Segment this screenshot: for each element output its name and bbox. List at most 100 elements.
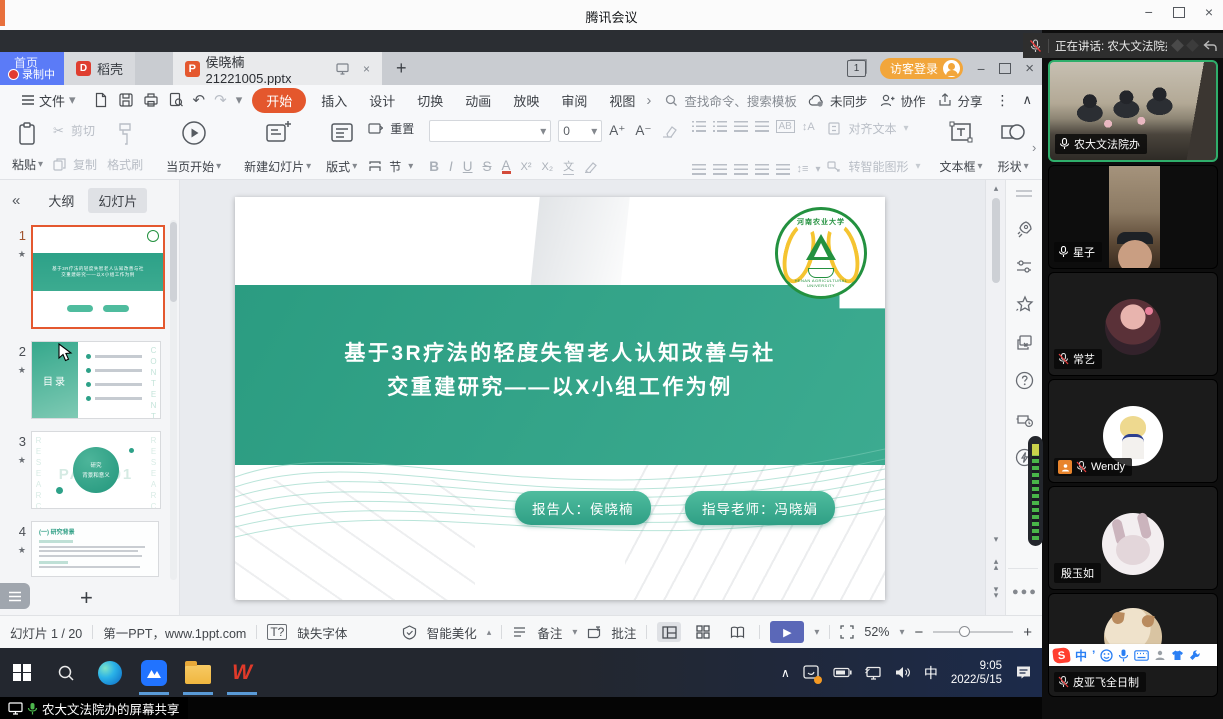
wps-restore-icon[interactable] xyxy=(999,63,1011,74)
file-explorer-icon[interactable] xyxy=(176,648,220,697)
zoom-slider-knob[interactable] xyxy=(959,626,970,637)
tray-app-badge-icon[interactable] xyxy=(803,664,820,682)
slide-sorter-view-button[interactable] xyxy=(691,622,715,642)
justify-icon[interactable] xyxy=(755,164,769,175)
effects-star-icon[interactable] xyxy=(1015,295,1034,314)
cut-button[interactable]: ✂剪切 xyxy=(53,122,97,139)
ribbon-tab-slideshow[interactable]: 放映 xyxy=(502,91,550,110)
battery-icon[interactable] xyxy=(833,667,852,678)
ribbon-tab-start[interactable]: 开始 xyxy=(252,88,306,113)
convert-smartart-button[interactable]: 转智能图形▾ xyxy=(827,158,920,175)
duplicate-window-icon[interactable] xyxy=(1015,334,1033,351)
scroll-thumb[interactable] xyxy=(992,198,1000,283)
zoom-slider[interactable] xyxy=(933,631,1013,633)
taskbar-clock[interactable]: 9:05 2022/5/15 xyxy=(951,659,1002,687)
zoom-caret[interactable]: ▾ xyxy=(899,627,904,638)
start-button[interactable] xyxy=(0,648,44,697)
undo-icon[interactable]: ↶ xyxy=(193,91,206,109)
new-doc-icon[interactable] xyxy=(93,92,109,108)
format-painter-button[interactable]: 格式刷 xyxy=(103,120,147,175)
ribbon-tab-design[interactable]: 设计 xyxy=(358,91,406,110)
close-icon[interactable]: × xyxy=(1205,4,1213,20)
font-color-button[interactable]: A xyxy=(502,160,511,174)
save-icon[interactable] xyxy=(118,92,134,108)
tab-home[interactable]: 首页 录制中 xyxy=(0,52,64,85)
back-arrow-icon[interactable] xyxy=(1203,40,1217,52)
pages-badge[interactable]: 1 xyxy=(847,60,866,77)
participant-tile-room[interactable]: 农大文法院办 xyxy=(1048,60,1218,162)
wps-close-icon[interactable]: × xyxy=(1025,60,1034,77)
more-tools-button[interactable]: ●●● xyxy=(1012,586,1038,598)
scroll-down-icon[interactable]: ▾ xyxy=(990,535,1002,543)
textbox-button[interactable]: 文本框▾ xyxy=(936,118,987,177)
scroll-up-icon[interactable]: ▴ xyxy=(990,184,1002,192)
missing-font-label[interactable]: 缺失字体 xyxy=(297,623,347,642)
participant-tile-piyafei[interactable]: S 中 ’ 皮亚飞全日制 xyxy=(1048,593,1218,697)
featured-tools-icon[interactable] xyxy=(1015,220,1034,239)
edge-icon[interactable] xyxy=(88,648,132,697)
text-direction-icon[interactable]: AB xyxy=(776,120,795,133)
section-button[interactable]: 节▾ xyxy=(368,158,414,175)
layout-switch-icon[interactable] xyxy=(1171,39,1184,52)
highlight-pen-icon[interactable] xyxy=(584,161,598,173)
redo-icon[interactable]: ↷ xyxy=(214,91,227,109)
zoom-out-button[interactable]: − xyxy=(914,624,923,641)
slides-tab[interactable]: 幻灯片 xyxy=(88,188,147,213)
new-tab-button[interactable]: + xyxy=(382,52,421,85)
ime-skin-icon[interactable] xyxy=(1171,649,1184,661)
ime-settings-icon[interactable] xyxy=(1189,649,1201,661)
ribbon-tab-insert[interactable]: 插入 xyxy=(310,91,358,110)
paste-button[interactable]: 粘贴▾ xyxy=(8,120,47,175)
wps-taskbar-icon[interactable]: W xyxy=(220,648,264,697)
line-spacing-icon[interactable]: ↕A xyxy=(802,121,815,133)
presenter-pill[interactable]: 报告人：侯晓楠 xyxy=(515,491,651,525)
animation-star-icon[interactable]: ★ xyxy=(18,365,26,376)
ime-keyboard-icon[interactable] xyxy=(1134,650,1149,661)
share-screen-icon[interactable] xyxy=(336,62,349,76)
share-button[interactable]: 分享 xyxy=(938,91,982,110)
participant-tile-xingzi[interactable]: 星子 xyxy=(1048,165,1218,269)
minimize-icon[interactable]: − xyxy=(1145,4,1153,20)
numbered-list-icon[interactable] xyxy=(713,121,727,132)
ime-emoji-icon[interactable] xyxy=(1100,649,1113,662)
next-slide-button[interactable]: ▾▾ xyxy=(990,586,1002,598)
beautify-button[interactable]: 智能美化 xyxy=(427,623,477,642)
outline-tab[interactable]: 大纲 xyxy=(48,191,74,210)
previous-slide-button[interactable]: ▴▴ xyxy=(990,558,1002,570)
play-from-current-button[interactable]: 当页开始▾ xyxy=(162,118,225,177)
tab-close-icon[interactable]: × xyxy=(363,62,370,76)
tray-expand-icon[interactable]: ∧ xyxy=(781,666,790,680)
advisor-pill[interactable]: 指导老师：冯晓娟 xyxy=(685,491,835,525)
collapse-ribbon-icon[interactable]: ∧ xyxy=(1022,92,1032,108)
canvas-scrollbar[interactable]: ▴ ▾ ▴▴ ▾▾ xyxy=(985,180,1005,615)
subscript-button[interactable]: X₂ xyxy=(542,161,554,173)
distribute-icon[interactable] xyxy=(776,164,790,175)
panel-scrollbar[interactable] xyxy=(170,220,177,580)
pinyin-guide-button[interactable]: 文 xyxy=(563,158,574,175)
more-menu-icon[interactable]: ⋮ xyxy=(995,92,1009,109)
slide-thumbnail-1[interactable]: 基于3R疗法的轻度失智老人认知改善与社交重建研究——以X小组工作为例 xyxy=(31,225,165,329)
align-left-icon[interactable] xyxy=(692,164,706,175)
guest-login-button[interactable]: 访客登录 xyxy=(880,58,963,79)
wps-minimize-icon[interactable]: − xyxy=(977,61,985,77)
sogou-ime-bar[interactable]: S 中 ’ xyxy=(1049,644,1217,666)
toolbar-expand-chevron[interactable]: › xyxy=(1032,140,1036,155)
decrease-indent-icon[interactable] xyxy=(734,121,748,132)
font-name-select[interactable]: ▾ xyxy=(429,120,551,142)
sync-status[interactable]: 未同步 xyxy=(808,91,868,110)
spacing-caret[interactable]: ▾ xyxy=(815,164,820,175)
decrease-font-button[interactable]: A⁻ xyxy=(635,123,651,139)
stamp-icon[interactable] xyxy=(1015,410,1034,428)
normal-view-button[interactable] xyxy=(657,622,681,642)
file-menu[interactable]: 文件 ▾ xyxy=(10,91,87,110)
animation-star-icon[interactable]: ★ xyxy=(18,455,26,466)
reading-view-button[interactable] xyxy=(725,622,749,642)
ime-account-icon[interactable] xyxy=(1154,649,1166,661)
layout-button[interactable]: 版式▾ xyxy=(322,118,361,177)
ime-voice-icon[interactable] xyxy=(1118,649,1129,662)
row-spacing-icon[interactable]: ↕≡ xyxy=(797,163,809,175)
print-icon[interactable] xyxy=(143,92,159,108)
layout-switch-icon-2[interactable] xyxy=(1186,39,1199,52)
ribbon-tab-animation[interactable]: 动画 xyxy=(454,91,502,110)
slide-canvas[interactable]: 基于3R疗法的轻度失智老人认知改善与社 交重建研究——以X小组工作为例 河南农业… xyxy=(235,197,885,600)
